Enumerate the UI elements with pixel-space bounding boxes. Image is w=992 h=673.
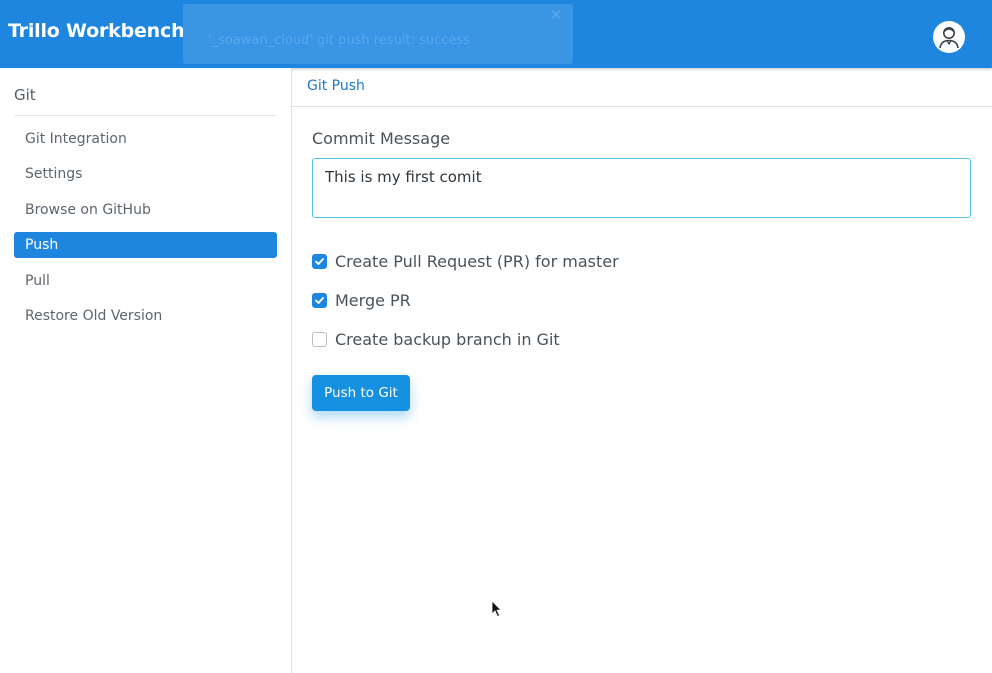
sidebar-item-push[interactable]: Push (14, 232, 277, 259)
sidebar-title: Git (14, 86, 36, 104)
app-title: Trillo Workbench (8, 20, 185, 42)
sidebar-divider (14, 115, 277, 116)
backup-branch-option[interactable]: Create backup branch in Git (312, 328, 560, 350)
merge-pr-option[interactable]: Merge PR (312, 289, 411, 311)
sidebar-item-browse-on-github[interactable]: Browse on GitHub (14, 197, 277, 223)
backup-branch-label: Create backup branch in Git (335, 329, 560, 349)
breadcrumb-divider (292, 106, 992, 107)
breadcrumb[interactable]: Git Push (307, 78, 365, 94)
checkmark-icon (315, 257, 324, 265)
user-avatar-icon[interactable] (933, 21, 965, 53)
sidebar-item-pull[interactable]: Pull (14, 268, 277, 294)
mouse-cursor-icon (491, 600, 503, 618)
sidebar-nav: Git Integration Settings Browse on GitHu… (14, 126, 277, 338)
main-content: Git Push Commit Message This is my first… (292, 68, 992, 673)
backup-branch-checkbox[interactable] (312, 331, 327, 347)
sidebar-item-restore-old-version[interactable]: Restore Old Version (14, 303, 277, 329)
create-pr-label: Create Pull Request (PR) for master (335, 251, 619, 271)
create-pr-checkbox[interactable] (312, 253, 327, 269)
sidebar: Git Git Integration Settings Browse on G… (0, 68, 292, 673)
commit-message-label: Commit Message (312, 129, 451, 148)
checkmark-icon (315, 296, 324, 304)
create-pr-option[interactable]: Create Pull Request (PR) for master (312, 250, 619, 272)
close-icon[interactable]: ✕ (550, 8, 563, 23)
sidebar-item-git-integration[interactable]: Git Integration (14, 126, 277, 152)
merge-pr-label: Merge PR (335, 290, 411, 310)
merge-pr-checkbox[interactable] (312, 292, 327, 308)
push-to-git-button[interactable]: Push to Git (312, 375, 410, 411)
notification-toast: '_soawan_cloud' git push result: success… (183, 4, 573, 64)
toast-message: '_soawan_cloud' git push result: success (208, 33, 470, 48)
top-bar: Trillo Workbench '_soawan_cloud' git pus… (0, 0, 992, 68)
sidebar-item-settings[interactable]: Settings (14, 161, 277, 187)
commit-message-input[interactable]: This is my first comit (312, 158, 971, 218)
